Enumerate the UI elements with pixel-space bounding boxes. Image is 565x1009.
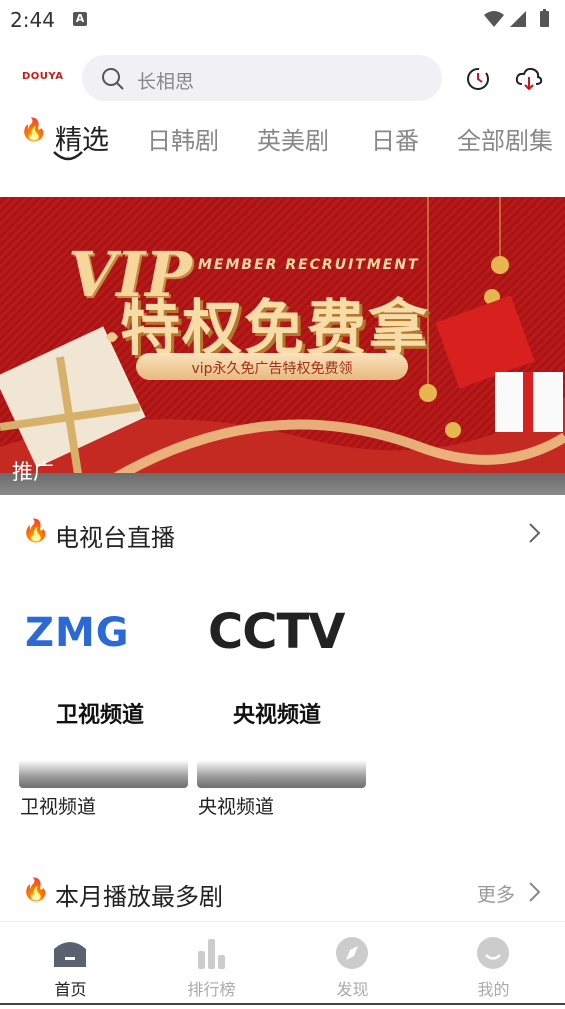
- bottom-nav: 首页 排行榜 发现 我的: [0, 921, 565, 1004]
- banner-pill-text: vip永久免广告特权免费领: [191, 361, 353, 377]
- gesture-divider: [0, 1003, 565, 1005]
- zmg-logo: ZMG: [25, 610, 130, 656]
- channel-label[interactable]: 央视频道: [198, 792, 274, 819]
- battery-icon: [540, 11, 549, 27]
- status-icons: [484, 9, 549, 27]
- channel-caption: 央视频道: [233, 703, 322, 728]
- section-title-top: 本月播放最多剧: [55, 883, 223, 911]
- nav-label: 首页: [54, 980, 87, 999]
- chart-icon: [198, 939, 225, 969]
- flame-icon: 🔥: [20, 118, 48, 143]
- app-logo: DOUYA: [22, 71, 64, 82]
- chevron-right-icon[interactable]: [528, 522, 542, 544]
- search-icon: [102, 68, 124, 90]
- tab-us-drama[interactable]: 英美剧: [257, 121, 329, 156]
- tab-active-indicator: [53, 151, 83, 161]
- nav-label: 排行榜: [187, 980, 236, 999]
- banner-tag-bar: [0, 473, 565, 495]
- history-icon[interactable]: [465, 66, 491, 92]
- cctv-logo: CCTV: [208, 604, 345, 660]
- search-bar[interactable]: [82, 55, 442, 101]
- nav-label: 发现: [336, 980, 369, 999]
- promo-tag: 推广: [12, 460, 54, 484]
- more-link[interactable]: 更多: [477, 880, 515, 907]
- signal-icon: [510, 11, 526, 27]
- notification-icon: A: [73, 12, 87, 26]
- nav-label: 我的: [477, 980, 510, 999]
- channel-label[interactable]: 卫视频道: [20, 792, 96, 819]
- tab-all-series[interactable]: 全部剧集: [457, 121, 553, 156]
- nav-home[interactable]: 首页: [0, 922, 141, 1004]
- flame-icon: 🔥: [22, 519, 50, 544]
- profile-icon: [477, 937, 509, 969]
- wifi-icon: [484, 11, 504, 27]
- channel-card-shade: [197, 760, 366, 788]
- channel-caption: 卫视频道: [56, 703, 145, 728]
- compass-icon: [336, 937, 368, 969]
- tab-jk-drama[interactable]: 日韩剧: [147, 121, 219, 156]
- nav-profile[interactable]: 我的: [423, 922, 564, 1004]
- flame-icon: 🔥: [22, 878, 50, 903]
- chevron-right-icon[interactable]: [528, 881, 542, 903]
- tab-anime[interactable]: 日番: [371, 121, 419, 156]
- section-title-live: 电视台直播: [55, 524, 175, 552]
- status-time: 2:44: [10, 8, 55, 32]
- search-placeholder[interactable]: 长相思: [137, 67, 194, 94]
- banner-subtitle: MEMBER RECRUITMENT: [198, 257, 420, 273]
- channel-card-shade: [19, 760, 188, 788]
- nav-ranking[interactable]: 排行榜: [141, 922, 282, 1004]
- cloud-download-icon[interactable]: [515, 66, 543, 92]
- home-icon: [54, 942, 86, 967]
- channel-card-satellite[interactable]: [18, 580, 188, 760]
- nav-discover[interactable]: 发现: [282, 922, 423, 1004]
